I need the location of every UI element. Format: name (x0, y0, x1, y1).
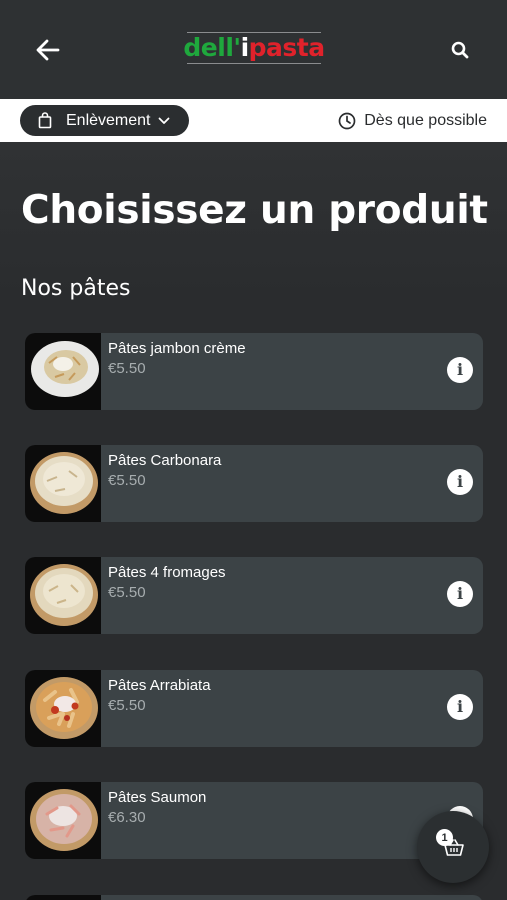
arrow-left-icon (36, 39, 60, 61)
chevron-down-icon (158, 117, 169, 124)
product-image (25, 670, 101, 747)
info-icon: i (456, 472, 464, 491)
logo-part-pasta: pasta (248, 33, 325, 62)
product-card-partial[interactable] (25, 895, 483, 900)
info-icon: i (456, 697, 464, 716)
order-mode-label: Enlèvement (66, 111, 151, 129)
section-title: Nos pâtes (21, 276, 131, 301)
order-mode-select[interactable]: Enlèvement (20, 105, 189, 136)
product-price: €5.50 (108, 697, 146, 714)
product-name: Pâtes Carbonara (108, 452, 222, 469)
product-name: Pâtes 4 fromages (108, 564, 226, 581)
product-card[interactable]: Pâtes Carbonara €5.50 i (25, 445, 483, 522)
order-options-bar: Enlèvement Dès que possible (0, 99, 507, 142)
search-icon (451, 41, 469, 59)
info-button[interactable]: i (447, 357, 473, 383)
info-icon: i (456, 584, 464, 603)
product-name: Pâtes jambon crème (108, 340, 246, 357)
search-button[interactable] (444, 34, 476, 66)
product-price: €6.30 (108, 809, 146, 826)
pickup-time-select[interactable]: Dès que possible (338, 110, 487, 132)
product-image (25, 445, 101, 522)
cart-button[interactable]: 1 (417, 811, 489, 883)
product-name: Pâtes Saumon (108, 789, 207, 806)
page-title: Choisissez un produit (21, 188, 488, 233)
brand-logo: dell'ipasta (183, 28, 325, 68)
product-card[interactable]: Pâtes Saumon €6.30 i (25, 782, 483, 859)
product-card[interactable]: Pâtes jambon crème €5.50 i (25, 333, 483, 410)
product-image (25, 782, 101, 859)
info-button[interactable]: i (447, 694, 473, 720)
info-button[interactable]: i (447, 469, 473, 495)
product-image (25, 333, 101, 410)
pickup-time-label: Dès que possible (364, 112, 487, 129)
product-price: €5.50 (108, 360, 146, 377)
product-price: €5.50 (108, 472, 146, 489)
cart-count-badge: 1 (436, 829, 453, 846)
info-button[interactable]: i (447, 581, 473, 607)
logo-part-dell: dell' (183, 33, 241, 62)
product-card[interactable]: Pâtes 4 fromages €5.50 i (25, 557, 483, 634)
clock-icon (338, 112, 356, 130)
back-button[interactable] (30, 34, 66, 66)
product-image (25, 895, 101, 900)
logo-part-i: i (240, 33, 250, 62)
logo-text: dell'ipasta (183, 33, 325, 63)
info-icon: i (456, 360, 464, 379)
product-card[interactable]: Pâtes Arrabiata €5.50 i (25, 670, 483, 747)
shopping-bag-icon (38, 112, 52, 129)
product-name: Pâtes Arrabiata (108, 677, 211, 694)
logo-bottom-line (187, 63, 321, 64)
product-image (25, 557, 101, 634)
product-price: €5.50 (108, 584, 146, 601)
header-bar: dell'ipasta (0, 0, 507, 99)
